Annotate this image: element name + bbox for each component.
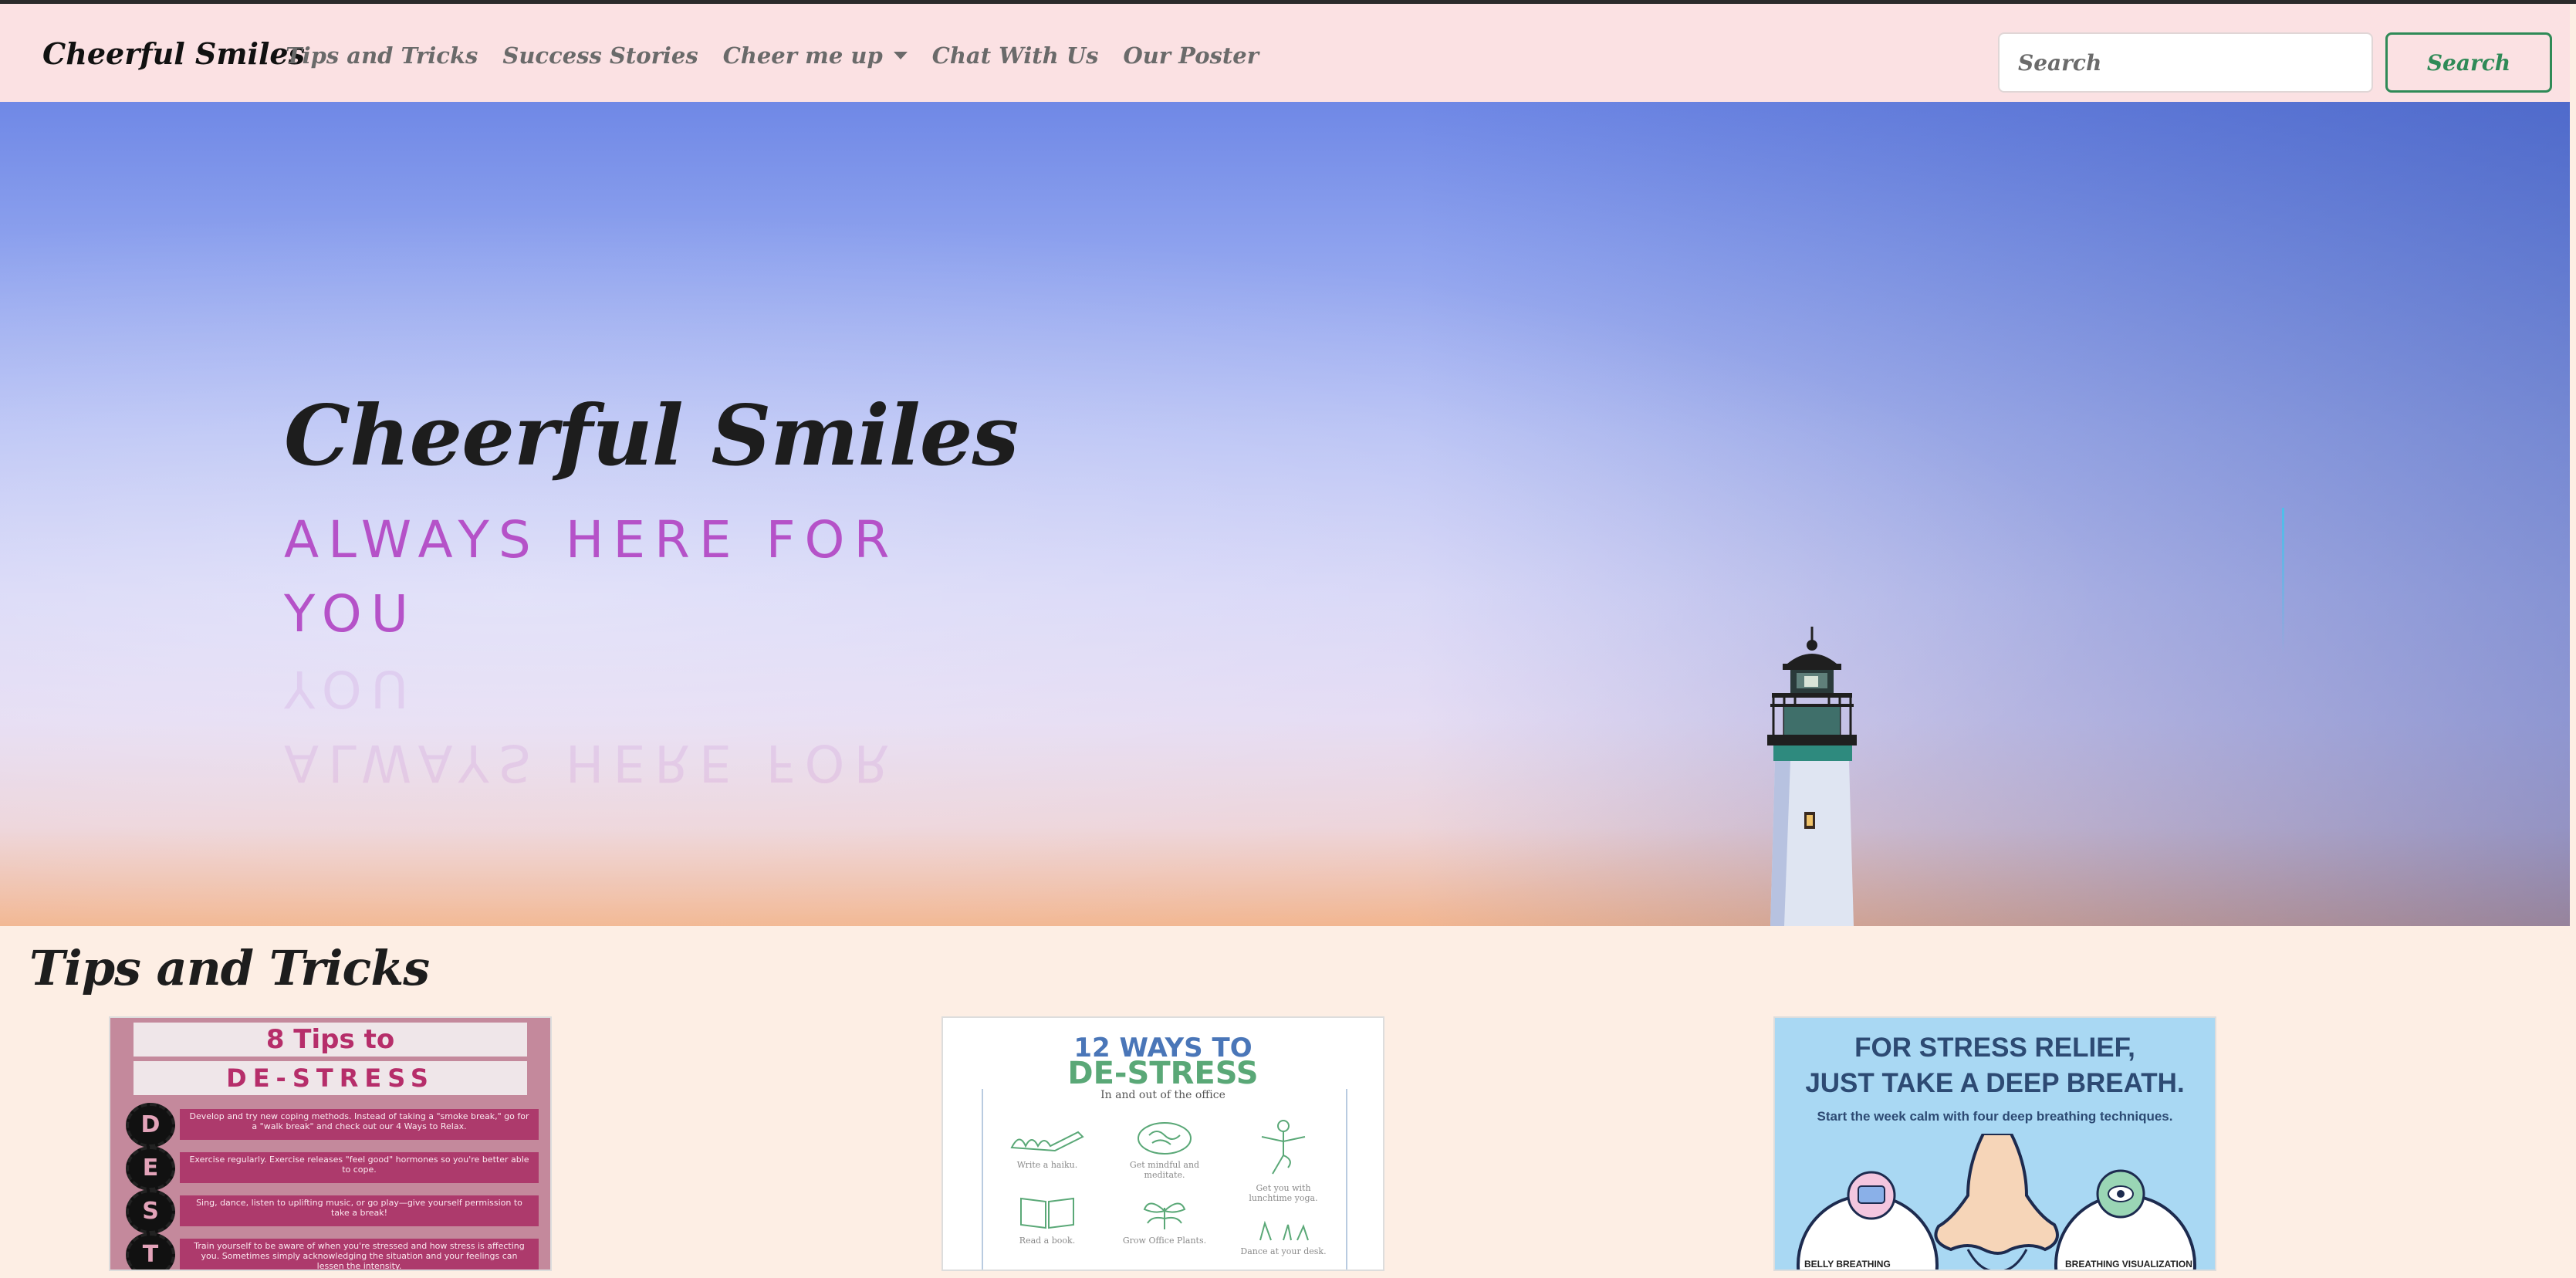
list-item-text: Get you with lunchtime yoga.	[1249, 1183, 1318, 1203]
nav-link-success-stories[interactable]: Success Stories	[502, 42, 698, 69]
list-item-text: Read a book.	[1019, 1236, 1076, 1246]
caret-down-icon	[893, 52, 908, 59]
book-icon	[1020, 1197, 1074, 1229]
nav-link-label: Success Stories	[502, 42, 698, 69]
list-item-text: Grow Office Plants.	[1122, 1236, 1207, 1246]
nav-links: Tips and Tricks Success Stories Cheer me…	[286, 42, 1259, 69]
nav-dropdown-cheer-me-up[interactable]: Cheer me up	[723, 42, 908, 69]
card-label: BELLY BREATHING	[1804, 1259, 1891, 1270]
list-item: Write a haiku.	[997, 1124, 1097, 1170]
tips-section-title: Tips and Tricks	[29, 940, 430, 996]
list-item: Dance at your desk.	[1233, 1220, 1334, 1256]
list-item: S Sing, dance, listen to uplifting music…	[126, 1189, 539, 1234]
brain-icon	[1138, 1122, 1192, 1155]
letter-badge: E	[126, 1146, 175, 1191]
lighthouse-image	[1767, 627, 1857, 926]
hero-subtitle: ALWAYS HERE FOR YOU	[284, 510, 899, 644]
card-subheading: In and out of the office	[1100, 1089, 1225, 1101]
letter-badge: T	[126, 1232, 175, 1270]
list-item: Get you with lunchtime yoga.	[1233, 1117, 1334, 1203]
list-item-text: Develop and try new coping methods. Inst…	[180, 1109, 539, 1140]
letter-badge: S	[126, 1189, 175, 1234]
navbar: Cheerful Smiles Tips and Tricks Success …	[0, 4, 2570, 102]
card-heading: FOR STRESS RELIEF, JUST TAKE A DEEP BREA…	[1775, 1030, 2215, 1101]
card-heading: DE-STRESS	[134, 1061, 527, 1095]
letter-badge: D	[126, 1103, 175, 1148]
nav-link-label: Cheer me up	[722, 42, 883, 69]
nav-link-chat-with-us[interactable]: Chat With Us	[932, 42, 1099, 69]
dance-icon	[1259, 1220, 1309, 1241]
list-item: D Develop and try new coping methods. In…	[126, 1103, 539, 1148]
card-heading-line: FOR STRESS RELIEF,	[1854, 1033, 2135, 1063]
tips-card-deep-breath[interactable]: FOR STRESS RELIEF, JUST TAKE A DEEP BREA…	[1773, 1016, 2216, 1271]
hero-subtitle-reflection: ALWAYS HERE FOR YOU	[284, 659, 899, 793]
list-item-text: Train yourself to be aware of when you'r…	[180, 1239, 539, 1270]
nav-link-tips-and-tricks[interactable]: Tips and Tricks	[286, 42, 478, 69]
pen-icon	[1010, 1131, 1084, 1152]
card-subheading: Start the week calm with four deep breat…	[1817, 1109, 2173, 1124]
tips-card-8-tips[interactable]: 8 Tips to DE-STRESS D Develop and try ne…	[109, 1016, 552, 1271]
card-heading: 8 Tips to	[134, 1023, 527, 1057]
card-heading-line: JUST TAKE A DEEP BREATH.	[1805, 1068, 2185, 1098]
card-heading: DE-STRESS	[943, 1058, 1383, 1089]
search-input[interactable]	[1998, 32, 2373, 93]
hero-banner: Cheerful Smiles ALWAYS HERE FOR YOU ALWA…	[0, 102, 2570, 926]
list-item-text: Dance at your desk.	[1240, 1246, 1327, 1256]
list-item-text: Exercise regularly. Exercise releases "f…	[180, 1152, 539, 1183]
plant-icon	[1143, 1202, 1186, 1229]
hero-title: Cheerful Smiles	[284, 387, 1019, 485]
search-button[interactable]: Search	[2385, 32, 2552, 93]
yoga-icon	[1261, 1120, 1306, 1175]
list-item: Grow Office Plants.	[1114, 1192, 1215, 1246]
list-item-text: Sing, dance, listen to uplifting music, …	[180, 1195, 539, 1226]
nose-breathing-illustration	[1797, 1134, 2196, 1270]
list-item: T Train yourself to be aware of when you…	[126, 1232, 539, 1270]
typing-cursor-line	[2282, 508, 2284, 654]
nav-link-label: Our Poster	[1123, 42, 1259, 69]
nav-link-label: Chat With Us	[931, 42, 1099, 69]
list-item: Read a book.	[997, 1192, 1097, 1246]
list-item-text: Write a haiku.	[1016, 1160, 1078, 1170]
card-label: BREATHING VISUALIZATION	[2065, 1259, 2192, 1270]
list-item: E Exercise regularly. Exercise releases …	[126, 1146, 539, 1191]
list-item-text: Get mindful and meditate.	[1129, 1160, 1200, 1180]
brand-logo[interactable]: Cheerful Smiles	[42, 36, 305, 71]
tips-card-12-ways[interactable]: 12 WAYS TO DE-STRESS In and out of the o…	[941, 1016, 1384, 1271]
nav-link-our-poster[interactable]: Our Poster	[1123, 42, 1259, 69]
nav-link-label: Tips and Tricks	[286, 42, 478, 69]
list-item: Get mindful and meditate.	[1114, 1120, 1215, 1180]
